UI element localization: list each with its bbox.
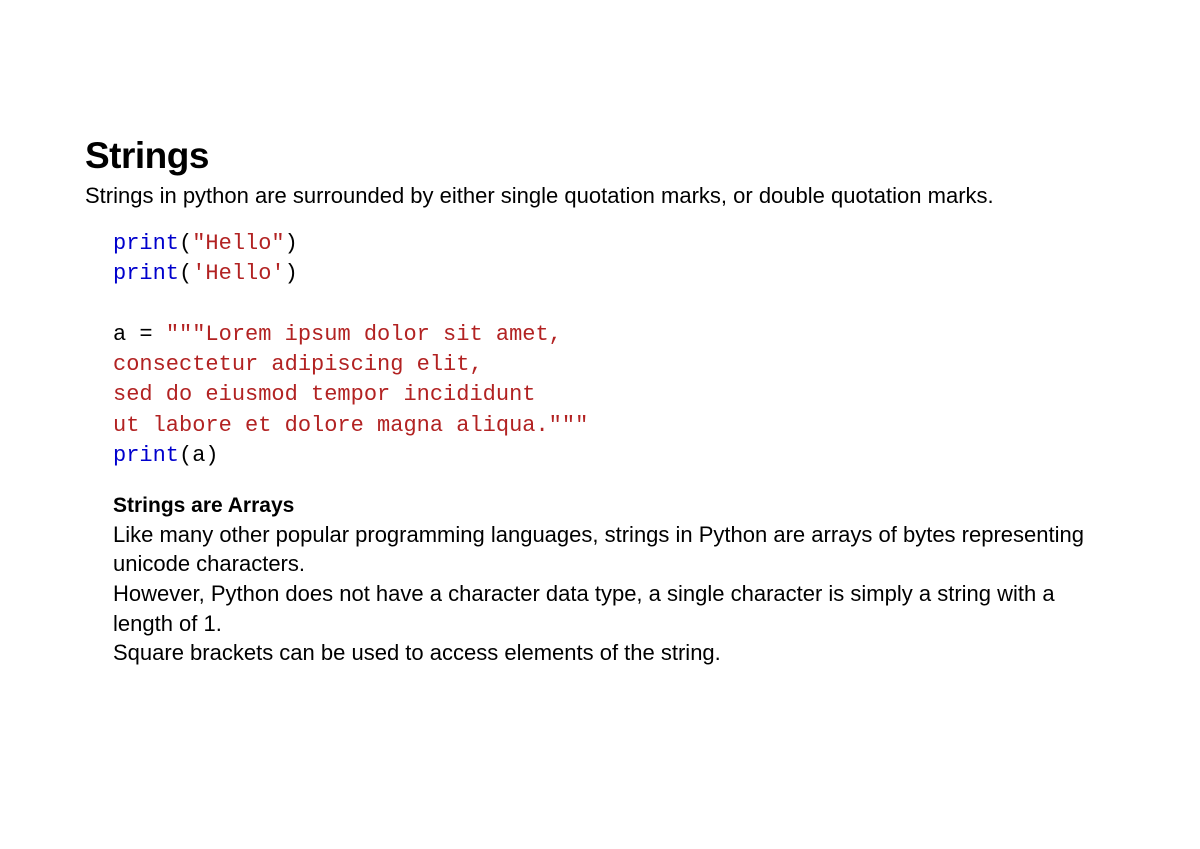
sub-paragraph: However, Python does not have a characte… xyxy=(113,579,1115,638)
code-paren: ( xyxy=(179,231,192,256)
sub-body: Like many other popular programming lang… xyxy=(113,520,1115,668)
code-keyword: print xyxy=(113,443,179,468)
code-string: "Hello" xyxy=(192,231,284,256)
code-paren: (a) xyxy=(179,443,219,468)
code-string: sed do eiusmod tempor incididunt xyxy=(113,382,535,407)
code-paren: ) xyxy=(285,261,298,286)
code-assignment: a = xyxy=(113,322,166,347)
page-heading: Strings xyxy=(85,135,1115,177)
sub-paragraph: Like many other popular programming lang… xyxy=(113,520,1115,579)
sub-paragraph: Square brackets can be used to access el… xyxy=(113,638,1115,668)
code-paren: ( xyxy=(179,261,192,286)
subheading: Strings are Arrays xyxy=(113,494,1115,518)
code-paren: ) xyxy=(285,231,298,256)
code-string: ut labore et dolore magna aliqua.""" xyxy=(113,413,588,438)
intro-paragraph: Strings in python are surrounded by eith… xyxy=(85,181,1115,211)
code-string: 'Hello' xyxy=(192,261,284,286)
code-block: print("Hello") print('Hello') a = """Lor… xyxy=(113,229,1115,472)
code-keyword: print xyxy=(113,231,179,256)
code-string: consectetur adipiscing elit, xyxy=(113,352,483,377)
code-keyword: print xyxy=(113,261,179,286)
code-string: """Lorem ipsum dolor sit amet, xyxy=(166,322,562,347)
